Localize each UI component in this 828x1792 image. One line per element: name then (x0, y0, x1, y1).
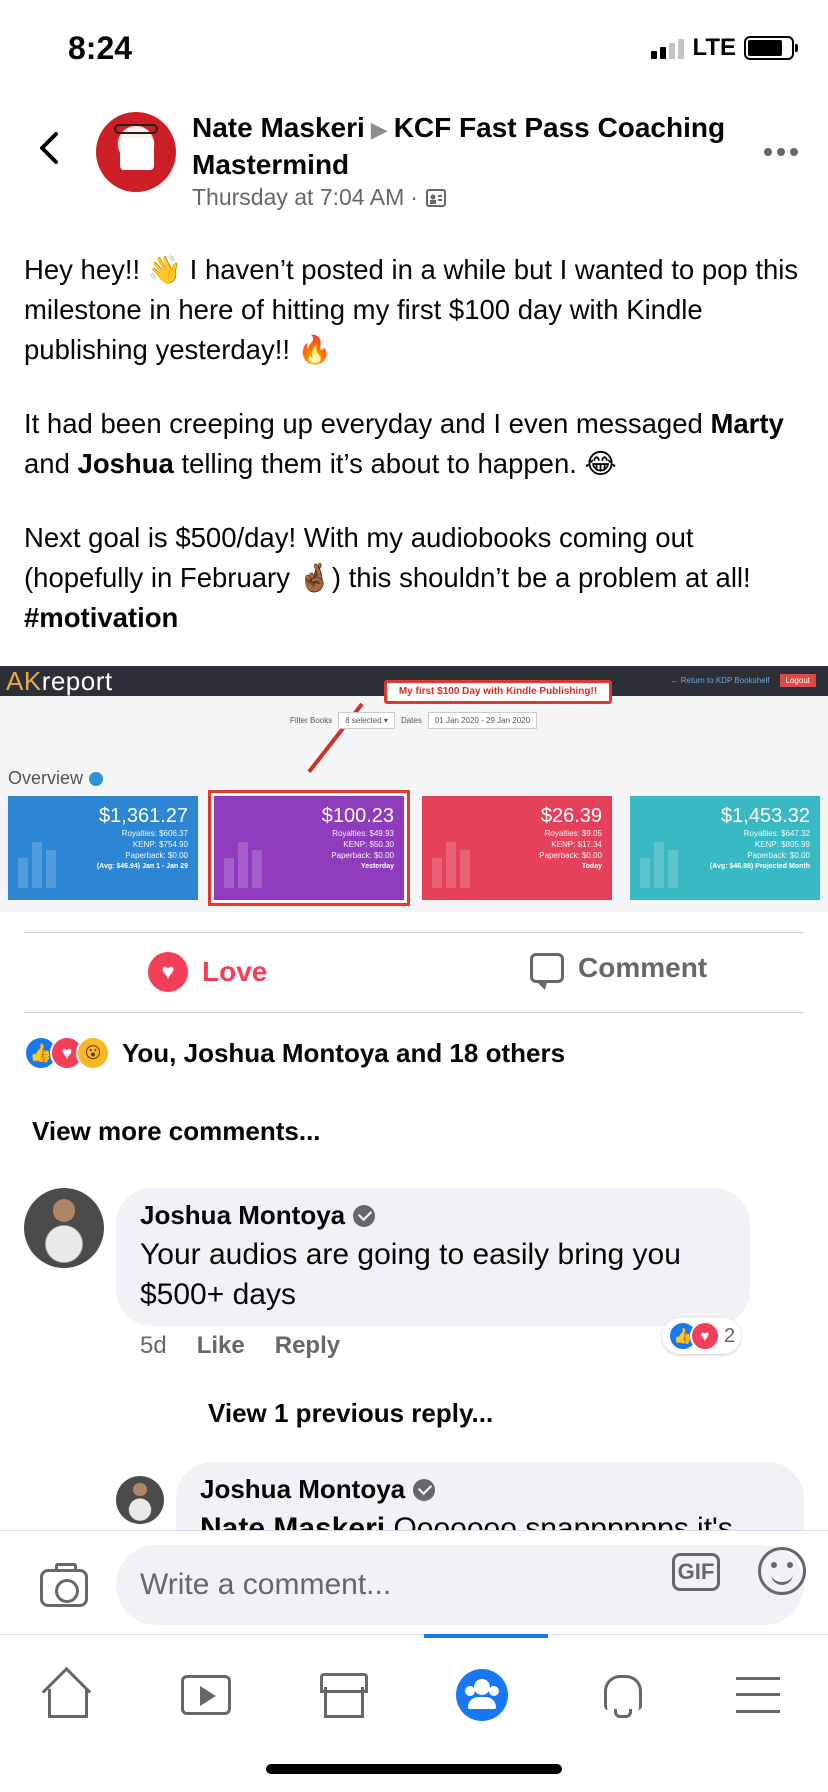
report-card: $1,453.32 Royalties: $647.32 KENP: $805.… (630, 796, 820, 900)
tab-marketplace[interactable] (294, 1655, 394, 1735)
home-indicator (266, 1764, 562, 1774)
verified-badge-icon (413, 1478, 436, 1501)
back-icon[interactable] (30, 128, 70, 168)
status-bar: 8:24 LTE (0, 0, 828, 100)
comment-icon (530, 953, 564, 990)
signal-icon (651, 37, 685, 59)
comment-composer: Write a comment... GIF (0, 1530, 828, 1634)
menu-icon (736, 1677, 780, 1713)
tab-watch[interactable] (156, 1655, 256, 1735)
battery-icon (744, 36, 798, 60)
report-card: $100.23 Royalties: $49.93 KENP: $50.30 P… (208, 790, 410, 906)
post-image[interactable]: AKreport ← Return to KDP Bookshelf Logou… (0, 666, 828, 912)
post-paragraph: Hey hey!! 👋 I haven’t posted in a while … (24, 254, 799, 365)
arrow-right-icon: ▶ (370, 117, 388, 142)
reply-author-name[interactable]: Joshua Montoya (200, 1474, 405, 1505)
comment-meta: 5d Like Reply (140, 1332, 340, 1360)
mention-marty[interactable]: Marty (710, 408, 783, 439)
bell-icon (600, 1673, 642, 1718)
divider (24, 1012, 804, 1013)
more-options-icon[interactable] (764, 148, 798, 156)
tab-groups[interactable] (424, 1634, 548, 1735)
image-callout: My first $100 Day with Kindle Publishing… (384, 680, 612, 704)
love-button[interactable]: ♥ Love (148, 952, 267, 992)
group-privacy-icon (425, 188, 446, 207)
post-timestamp[interactable]: Thursday at 7:04 AM (192, 184, 404, 211)
verified-badge-icon (353, 1204, 376, 1227)
reply-avatar[interactable] (116, 1476, 164, 1524)
tab-notifications[interactable] (570, 1655, 670, 1735)
akreport-logo: AKreport (6, 666, 113, 696)
hashtag-link[interactable]: #motivation (24, 602, 178, 633)
commenter-avatar[interactable] (24, 1188, 104, 1268)
marketplace-icon (320, 1673, 368, 1718)
report-card: $1,361.27 Royalties: $606.37 KENP: $754.… (8, 796, 198, 900)
mention-joshua[interactable]: Joshua (78, 448, 174, 479)
view-previous-reply-link[interactable]: View 1 previous reply... (208, 1398, 493, 1429)
post-body: Hey hey!! 👋 I haven’t posted in a while … (24, 250, 814, 638)
groups-icon (456, 1669, 508, 1721)
author-name[interactable]: Nate Maskeri (192, 112, 365, 143)
comment-age: 5d (140, 1332, 167, 1359)
report-card: $26.39 Royalties: $9.05 KENP: $17.34 Pap… (422, 796, 612, 900)
commenter-name[interactable]: Joshua Montoya (140, 1200, 345, 1231)
author-avatar[interactable] (96, 112, 176, 192)
reactions-summary[interactable]: 👍 ♥ 😮 You, Joshua Montoya and 18 others (24, 1036, 565, 1070)
status-time: 8:24 (68, 30, 133, 66)
view-more-comments-link[interactable]: View more comments... (32, 1116, 321, 1147)
video-icon (181, 1675, 231, 1715)
status-indicators: LTE (651, 34, 798, 62)
comment-reply-button[interactable]: Reply (275, 1332, 340, 1360)
network-label: LTE (692, 34, 736, 61)
tab-home[interactable] (18, 1655, 118, 1735)
post-paragraph: Next goal is $500/day! With my audiobook… (24, 522, 751, 633)
post-paragraph: It had been creeping up everyday and I e… (24, 408, 784, 479)
comment-bubble: Joshua Montoya Your audios are going to … (116, 1188, 750, 1326)
comment-reactions[interactable]: 👍 ♥ 2 (662, 1318, 742, 1354)
comment-text: Your audios are going to easily bring yo… (140, 1238, 681, 1311)
heart-icon: ♥ (690, 1321, 720, 1351)
gif-icon[interactable]: GIF (672, 1553, 720, 1591)
emoji-icon[interactable] (758, 1547, 806, 1595)
camera-icon[interactable] (40, 1563, 88, 1607)
post-header: Nate Maskeri ▶ KCF Fast Pass Coaching Mast… (192, 112, 726, 211)
comment-button[interactable]: Comment (530, 952, 707, 990)
home-icon (44, 1673, 92, 1718)
comment-like-button[interactable]: Like (197, 1332, 245, 1360)
tab-menu[interactable] (708, 1655, 808, 1735)
divider (24, 932, 804, 933)
wow-icon: 😮 (76, 1036, 110, 1070)
heart-icon: ♥ (148, 952, 188, 992)
active-tab-indicator (424, 1634, 548, 1638)
